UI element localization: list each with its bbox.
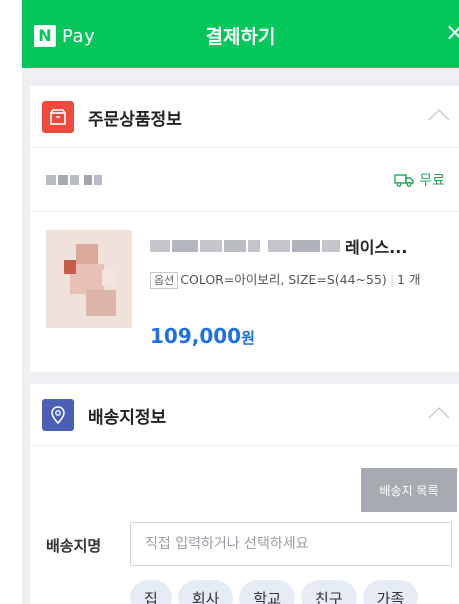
product-name[interactable]: 레이스...: [150, 234, 407, 258]
shipping-fee-label: 무료: [419, 173, 445, 189]
option-tag: 옵션: [150, 272, 179, 289]
order-section-title: 주문상품정보: [88, 110, 182, 130]
truck-icon: [394, 174, 414, 187]
page-title: 결제하기: [205, 26, 276, 48]
pay-panel: N Pay 결제하기 × 주문상품정보 무료 레이스... 옵션 COLOR=아…: [22, 0, 459, 604]
product-option: 옵션 COLOR=아이보리, SIZE=S(44~55) | 1 개: [150, 270, 450, 289]
address-list-button[interactable]: 배송지 목록: [361, 468, 457, 512]
delivery-section-header[interactable]: 배송지정보: [30, 384, 459, 446]
product-quantity: 1 개: [397, 272, 421, 287]
price-currency: 원: [241, 329, 255, 347]
product-price: 109,000원: [150, 324, 255, 348]
seller-name-blurred: [46, 175, 102, 185]
location-pin-icon: [42, 399, 74, 431]
delivery-info-card: 배송지정보 배송지 목록 배송지명 집 회사 학교 친구 가족: [30, 384, 459, 604]
product-item: 레이스... 옵션 COLOR=아이보리, SIZE=S(44~55) | 1 개 1…: [30, 212, 459, 370]
product-thumbnail[interactable]: [46, 230, 132, 328]
option-text: COLOR=아이보리, SIZE=S(44~55): [180, 272, 387, 287]
header-bar: N Pay 결제하기 ×: [22, 0, 459, 68]
shopping-box-icon: [42, 101, 74, 133]
delivery-name-input[interactable]: [130, 522, 452, 566]
product-name-text: 레이스...: [345, 238, 408, 257]
delivery-section-title: 배송지정보: [88, 408, 167, 428]
seller-row: 무료: [30, 148, 459, 212]
close-icon[interactable]: ×: [445, 20, 459, 44]
option-divider: |: [389, 272, 395, 287]
order-product-card: 주문상품정보 무료 레이스... 옵션 COLOR=아이보리, SIZE=S(4…: [30, 86, 459, 372]
chevron-up-icon[interactable]: [427, 106, 451, 124]
order-section-header[interactable]: 주문상품정보: [30, 86, 459, 148]
delivery-name-label: 배송지명: [46, 537, 102, 555]
chip-school[interactable]: 학교: [239, 580, 296, 604]
chip-family[interactable]: 가족: [362, 580, 419, 604]
delivery-name-chips: 집 회사 학교 친구 가족: [130, 580, 419, 604]
chevron-up-icon[interactable]: [427, 404, 451, 422]
price-value: 109,000: [150, 324, 242, 348]
chip-friend[interactable]: 친구: [301, 580, 357, 604]
chip-home[interactable]: 집: [130, 580, 172, 604]
shipping-fee: 무료: [394, 170, 445, 190]
chip-office[interactable]: 회사: [177, 580, 234, 604]
